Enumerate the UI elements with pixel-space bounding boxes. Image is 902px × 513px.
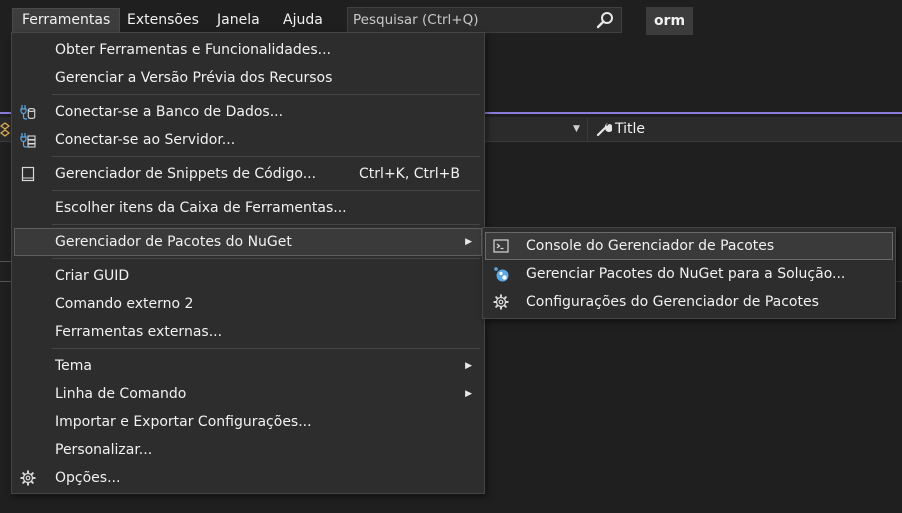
menu-item-importar-exportar[interactable]: Importar e Exportar Configurações... — [14, 408, 482, 436]
menu-janela[interactable]: Janela — [208, 8, 269, 33]
menu-separator — [52, 156, 480, 157]
menu-item-caixa-ferramentas[interactable]: Escolher itens da Caixa de Ferramentas..… — [14, 194, 482, 222]
menu-ferramentas[interactable]: Ferramentas — [12, 8, 121, 33]
divider — [0, 261, 11, 262]
gear-icon — [20, 470, 36, 486]
profile-badge[interactable]: orm — [646, 7, 693, 35]
search-box[interactable] — [347, 7, 622, 33]
menu-item-obter-ferramentas[interactable]: Obter Ferramentas e Funcionalidades... — [14, 36, 482, 64]
submenu-item-configuracoes[interactable]: Configurações do Gerenciador de Pacotes — [485, 288, 893, 316]
menu-separator — [52, 190, 480, 191]
title-label[interactable]: Title — [615, 118, 645, 140]
menu-separator — [52, 258, 480, 259]
menu-item-linha-comando[interactable]: Linha de Comando ▶ — [14, 380, 482, 408]
wrench-icon — [596, 123, 612, 137]
search-input[interactable] — [353, 8, 588, 32]
dropdown-arrow-icon[interactable]: ▼ — [573, 122, 583, 136]
search-icon[interactable] — [596, 11, 614, 29]
tools-menu: Obter Ferramentas e Funcionalidades... G… — [11, 32, 485, 494]
menu-separator — [52, 94, 480, 95]
nuget-icon — [494, 267, 509, 282]
menu-separator — [52, 224, 480, 225]
menu-separator — [52, 348, 480, 349]
menu-extensoes[interactable]: Extensões — [118, 8, 208, 33]
server-connect-icon — [20, 133, 36, 148]
toolbox-icon — [0, 122, 10, 137]
menu-item-opcoes[interactable]: Opções... — [14, 464, 482, 492]
menu-item-versao-previa[interactable]: Gerenciar a Versão Prévia dos Recursos — [14, 64, 482, 92]
nuget-submenu: Console do Gerenciador de Pacotes Gerenc… — [482, 227, 896, 319]
menu-item-ferramentas-externas[interactable]: Ferramentas externas... — [14, 318, 482, 346]
menu-item-personalizar[interactable]: Personalizar... — [14, 436, 482, 464]
menu-item-conectar-banco[interactable]: Conectar-se a Banco de Dados... — [14, 98, 482, 126]
menu-item-nuget[interactable]: Gerenciador de Pacotes do NuGet ▶ — [14, 228, 482, 256]
toolbar-divider — [587, 118, 588, 140]
menu-item-comando-externo[interactable]: Comando externo 2 — [14, 290, 482, 318]
chevron-right-icon: ▶ — [465, 389, 472, 399]
console-icon — [493, 239, 509, 253]
menu-item-conectar-servidor[interactable]: Conectar-se ao Servidor... — [14, 126, 482, 154]
database-connect-icon — [20, 105, 36, 120]
menu-item-snippets[interactable]: Gerenciador de Snippets de Código... Ctr… — [14, 160, 482, 188]
menu-item-criar-guid[interactable]: Criar GUID — [14, 262, 482, 290]
divider — [0, 281, 11, 282]
chevron-right-icon: ▶ — [465, 237, 472, 247]
snippet-icon — [21, 166, 35, 182]
gear-icon — [493, 294, 509, 310]
chevron-right-icon: ▶ — [465, 361, 472, 371]
menu-item-tema[interactable]: Tema ▶ — [14, 352, 482, 380]
shortcut-label: Ctrl+K, Ctrl+B — [359, 166, 460, 182]
submenu-item-gerenciar-nuget[interactable]: Gerenciar Pacotes do NuGet para a Soluçã… — [485, 260, 893, 288]
submenu-item-console[interactable]: Console do Gerenciador de Pacotes — [485, 232, 893, 260]
menu-ajuda[interactable]: Ajuda — [274, 8, 332, 33]
